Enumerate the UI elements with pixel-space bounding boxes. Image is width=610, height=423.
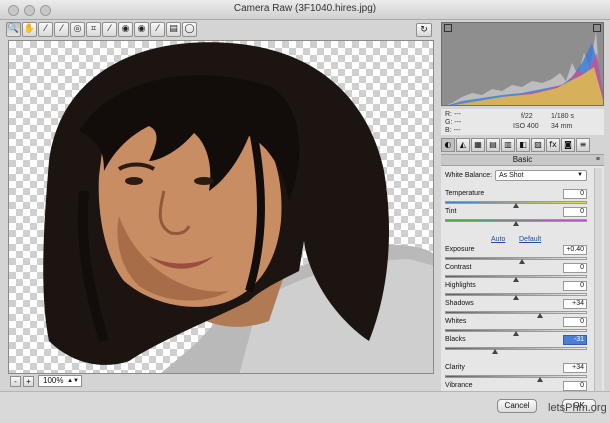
zoom-out-button[interactable]: - bbox=[10, 376, 21, 387]
panel-menu-icon[interactable]: ≡ bbox=[596, 155, 600, 165]
tab-camera-calibration-icon[interactable]: ◙ bbox=[561, 138, 575, 152]
status-bar: - + 100% ▲▼ bbox=[8, 375, 434, 389]
slider-thumb-shadows[interactable] bbox=[537, 313, 544, 318]
right-panel: R: --- G: --- B: --- f/22 1/180 s ISO 40… bbox=[437, 20, 610, 411]
slider-value-blacks[interactable]: -31 bbox=[563, 335, 587, 345]
zoom-level-select[interactable]: 100% ▲▼ bbox=[38, 375, 82, 387]
tool-bar: 🔍 ✋ ⁄ ⁄ ◎ ⌗ ⁄ ◉ ◉ ⁄ ▤ ◯ bbox=[6, 22, 197, 38]
slider-track-shadows[interactable] bbox=[445, 311, 587, 314]
histogram bbox=[441, 22, 604, 106]
hand-tool-icon[interactable]: ✋ bbox=[22, 22, 37, 37]
tab-lens-icon[interactable]: ◧ bbox=[516, 138, 530, 152]
adjustment-brush-tool-icon[interactable]: ⁄ bbox=[150, 22, 165, 37]
rotate-icon[interactable]: ↻ bbox=[416, 23, 432, 37]
color-sampler-tool-icon[interactable]: ⁄ bbox=[54, 22, 69, 37]
chevron-down-icon: ▲▼ bbox=[67, 378, 79, 384]
straighten-tool-icon[interactable]: ⁄ bbox=[102, 22, 117, 37]
slider-thumb-tint[interactable] bbox=[513, 221, 519, 226]
white-balance-label: White Balance: bbox=[445, 172, 493, 179]
portrait-photo bbox=[43, 42, 433, 373]
cancel-button[interactable]: Cancel bbox=[497, 399, 537, 413]
tab-fx-icon[interactable]: fx bbox=[546, 138, 560, 152]
title-bar: Camera Raw (3F1040.hires.jpg) bbox=[0, 0, 610, 20]
tab-effects-icon[interactable]: ▨ bbox=[531, 138, 545, 152]
tab-detail-icon[interactable]: ▦ bbox=[471, 138, 485, 152]
red-readout: R: --- bbox=[445, 111, 461, 118]
spot-removal-tool-icon[interactable]: ◉ bbox=[118, 22, 133, 37]
slider-thumb-contrast[interactable] bbox=[513, 277, 519, 282]
white-balance-select[interactable]: As Shot ▼ bbox=[495, 170, 587, 181]
zoom-tool-icon[interactable]: 🔍 bbox=[6, 22, 21, 37]
slider-value-whites[interactable]: 0 bbox=[563, 317, 587, 327]
tab-basic-icon[interactable]: ◐ bbox=[441, 138, 455, 152]
slider-label-whites: Whites bbox=[445, 318, 467, 325]
tab-presets-icon[interactable]: ≡ bbox=[576, 138, 590, 152]
green-readout: G: --- bbox=[445, 119, 462, 126]
section-header: Basic ≡ bbox=[441, 154, 604, 166]
zoom-in-button[interactable]: + bbox=[23, 376, 34, 387]
panel-scrollbar[interactable] bbox=[594, 168, 602, 406]
histogram-graph bbox=[447, 31, 603, 105]
default-link[interactable]: Default bbox=[519, 236, 541, 243]
slider-value-vibrance[interactable]: 0 bbox=[563, 381, 587, 391]
tab-hsl-icon[interactable]: ▤ bbox=[486, 138, 500, 152]
slider-thumb-temperature[interactable] bbox=[513, 203, 519, 208]
slider-value-highlights[interactable]: 0 bbox=[563, 281, 587, 291]
slider-track-exposure[interactable] bbox=[445, 257, 587, 260]
section-title: Basic bbox=[512, 155, 533, 164]
shadow-clipping-icon[interactable] bbox=[444, 24, 452, 32]
zoom-level-value: 100% bbox=[43, 376, 64, 385]
slider-value-temperature[interactable]: 0 bbox=[563, 189, 587, 199]
basic-adjustments: White Balance: As Shot ▼ Auto Default Te… bbox=[441, 166, 604, 411]
slider-track-clarity[interactable] bbox=[445, 375, 587, 378]
slider-thumb-highlights[interactable] bbox=[513, 295, 519, 300]
auto-link[interactable]: Auto bbox=[491, 236, 505, 243]
slider-label-vibrance: Vibrance bbox=[445, 382, 473, 389]
slider-thumb-clarity[interactable] bbox=[537, 377, 544, 382]
slider-label-exposure: Exposure bbox=[445, 246, 475, 253]
window-title: Camera Raw (3F1040.hires.jpg) bbox=[233, 3, 377, 14]
blue-readout: B: --- bbox=[445, 127, 461, 134]
slider-label-contrast: Contrast bbox=[445, 264, 472, 271]
slider-label-temperature: Temperature bbox=[445, 190, 485, 197]
highlight-clipping-icon[interactable] bbox=[593, 24, 601, 32]
slider-value-shadows[interactable]: +34 bbox=[563, 299, 587, 309]
slider-label-clarity: Clarity bbox=[445, 364, 465, 371]
slider-value-contrast[interactable]: 0 bbox=[563, 263, 587, 273]
tab-tone-curve-icon[interactable]: ◭ bbox=[456, 138, 470, 152]
aperture-value: f/22 bbox=[521, 113, 533, 120]
slider-value-clarity[interactable]: +34 bbox=[563, 363, 587, 373]
targeted-adjustment-tool-icon[interactable]: ◎ bbox=[70, 22, 85, 37]
slider-label-highlights: Highlights bbox=[445, 282, 476, 289]
shutter-value: 1/180 s bbox=[551, 113, 574, 120]
graduated-filter-tool-icon[interactable]: ▤ bbox=[166, 22, 181, 37]
slider-value-tint[interactable]: 0 bbox=[563, 207, 587, 217]
image-preview[interactable] bbox=[8, 40, 434, 374]
slider-thumb-blacks[interactable] bbox=[491, 349, 498, 354]
slider-value-exposure[interactable]: +0.40 bbox=[563, 245, 587, 255]
white-balance-value: As Shot bbox=[499, 172, 524, 179]
exif-info: R: --- G: --- B: --- f/22 1/180 s ISO 40… bbox=[441, 109, 604, 135]
white-balance-tool-icon[interactable]: ⁄ bbox=[38, 22, 53, 37]
slider-thumb-whites[interactable] bbox=[513, 331, 519, 336]
radial-filter-tool-icon[interactable]: ◯ bbox=[182, 22, 197, 37]
watermark-text: letsPhm.org bbox=[548, 402, 607, 414]
slider-label-shadows: Shadows bbox=[445, 300, 474, 307]
slider-thumb-exposure[interactable] bbox=[518, 259, 525, 264]
iso-value: ISO 400 bbox=[513, 123, 539, 130]
bottom-bar: Cancel OK bbox=[0, 391, 610, 423]
red-eye-tool-icon[interactable]: ◉ bbox=[134, 22, 149, 37]
slider-label-blacks: Blacks bbox=[445, 336, 466, 343]
focal-length-value: 34 mm bbox=[551, 123, 573, 130]
slider-label-tint: Tint bbox=[445, 208, 457, 215]
tab-split-toning-icon[interactable]: ▥ bbox=[501, 138, 515, 152]
slider-track-blacks[interactable] bbox=[445, 347, 587, 350]
crop-tool-icon[interactable]: ⌗ bbox=[86, 22, 101, 37]
chevron-down-icon: ▼ bbox=[577, 172, 583, 178]
panel-tabs: ◐ ◭ ▦ ▤ ▥ ◧ ▨ fx ◙ ≡ bbox=[441, 138, 604, 153]
